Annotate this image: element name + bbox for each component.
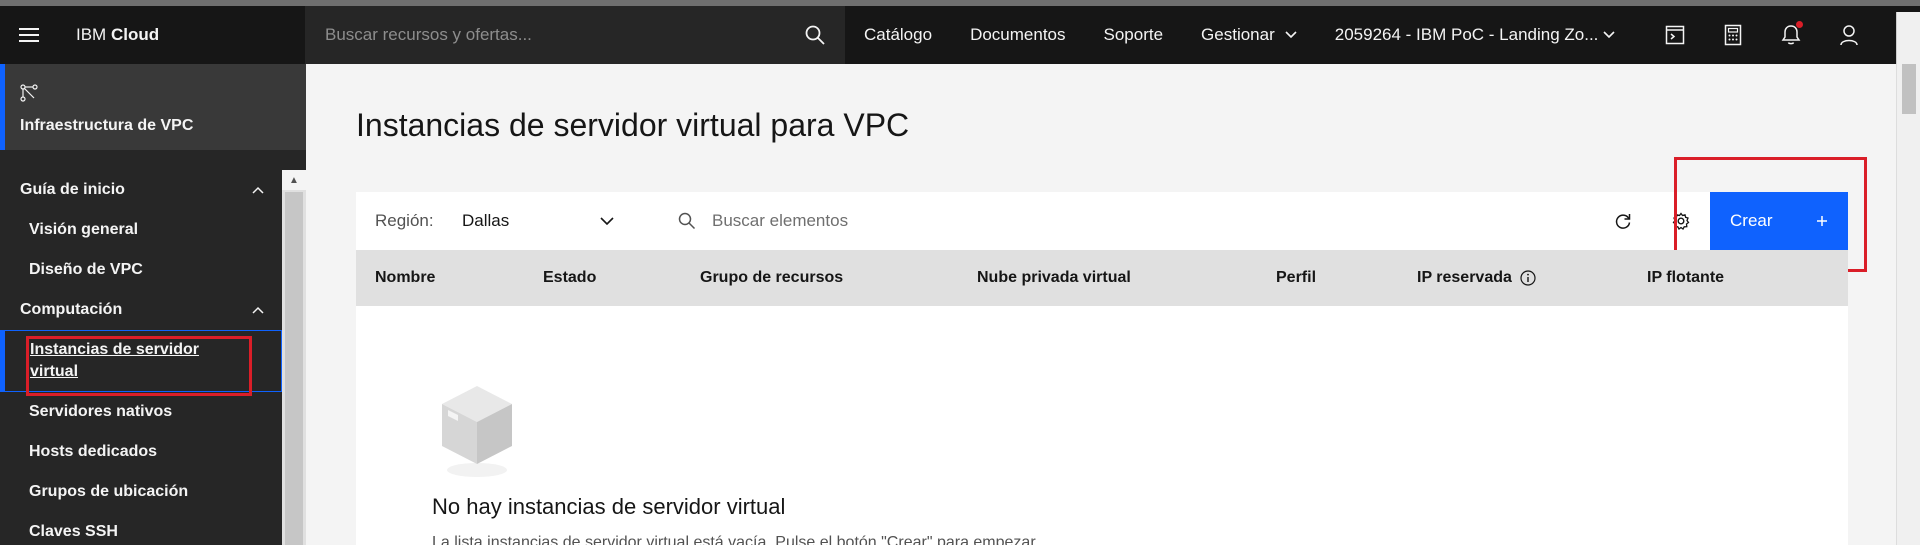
sidebar-header[interactable]: Infraestructura de VPC	[0, 64, 306, 150]
info-icon[interactable]	[1520, 270, 1536, 286]
sidebar-group-label: Computación	[20, 301, 123, 318]
sidebar-item-vpc-design[interactable]: Diseño de VPC	[0, 250, 282, 290]
terminal-icon	[1665, 25, 1684, 45]
column-header-resource-group[interactable]: Grupo de recursos	[700, 250, 843, 306]
table-search-placeholder: Buscar elementos	[712, 211, 849, 230]
sidebar-item-ssh-keys[interactable]: Claves SSH	[0, 512, 282, 545]
refresh-icon	[1615, 214, 1631, 229]
cost-estimator-button[interactable]	[1704, 6, 1762, 64]
nav-docs[interactable]: Documentos	[951, 25, 1084, 45]
sidebar-scroll-thumb[interactable]	[285, 192, 303, 545]
notification-badge	[1795, 21, 1803, 28]
account-switcher[interactable]: 2059264 - IBM PoC - Landing Zo...	[1316, 25, 1634, 45]
header-nav: Catálogo Documentos Soporte Gestionar	[845, 6, 1316, 64]
sidebar-title: Infraestructura de VPC	[20, 117, 194, 134]
page-scrollbar[interactable]	[1896, 64, 1920, 545]
account-name: 2059264 - IBM PoC - Landing Zo...	[1334, 25, 1599, 44]
table-search-input[interactable]: Buscar elementos	[678, 211, 1594, 231]
global-search-placeholder: Buscar recursos y ofertas...	[325, 25, 532, 44]
sidebar-group-label: Guía de inicio	[20, 181, 125, 198]
sidebar-item-placement-groups[interactable]: Grupos de ubicación	[0, 472, 282, 512]
brand-bold: Cloud	[110, 25, 160, 44]
chevron-down-icon	[1603, 31, 1615, 39]
chevron-down-icon	[1285, 31, 1297, 39]
sidebar-item-bare-metal-servers[interactable]: Servidores nativos	[0, 392, 282, 432]
empty-box-icon	[442, 386, 512, 477]
sidebar-scrollbar[interactable]: ▲	[282, 170, 306, 545]
brand-logo[interactable]: IBM Cloud	[58, 25, 305, 45]
nav-support[interactable]: Soporte	[1085, 25, 1183, 45]
region-value: Dallas	[462, 211, 510, 230]
global-search-input[interactable]: Buscar recursos y ofertas...	[305, 6, 845, 64]
region-dropdown[interactable]: Dallas	[462, 211, 614, 231]
column-header-reserved-ip[interactable]: IP reservada	[1417, 250, 1536, 306]
refresh-button[interactable]	[1594, 192, 1652, 250]
column-header-profile[interactable]: Perfil	[1276, 250, 1316, 306]
sidebar-header-accent	[0, 64, 5, 150]
nav-manage-label: Gestionar	[1201, 25, 1275, 44]
column-header-status[interactable]: Estado	[543, 250, 596, 306]
sidebar-group-getting-started[interactable]: Guía de inicio	[0, 170, 282, 210]
window-scrollbar-top	[1896, 12, 1920, 70]
nav-catalog[interactable]: Catálogo	[845, 25, 951, 45]
column-header-floating-ip[interactable]: IP flotante	[1647, 250, 1724, 306]
empty-state-title: No hay instancias de servidor virtual	[432, 494, 786, 519]
vpc-icon	[20, 84, 38, 102]
page-scroll-thumb[interactable]	[1902, 64, 1916, 114]
table-body-empty-state: No hay instancias de servidor virtual La…	[356, 306, 1848, 545]
scroll-up-arrow-icon[interactable]: ▲	[282, 170, 306, 190]
hamburger-menu-button[interactable]	[0, 6, 58, 64]
table-toolbar: Región: Dallas Buscar elementos Crear	[356, 192, 1848, 250]
top-navigation-bar: IBM Cloud Buscar recursos y ofertas... C…	[0, 0, 1920, 70]
calculator-icon	[1724, 24, 1741, 46]
page-title: Instancias de servidor virtual para VPC	[356, 107, 910, 143]
chevron-up-icon	[252, 306, 264, 314]
empty-state-description: La lista instancias de servidor virtual …	[432, 534, 1040, 545]
menu-icon	[19, 28, 39, 42]
sidebar-item-overview[interactable]: Visión general	[0, 210, 282, 250]
cloud-shell-button[interactable]	[1646, 6, 1704, 64]
profile-button[interactable]	[1820, 6, 1878, 64]
column-header-vpc[interactable]: Nube privada virtual	[977, 250, 1131, 306]
column-header-reserved-ip-label: IP reservada	[1417, 269, 1512, 286]
column-header-name[interactable]: Nombre	[375, 250, 435, 306]
header-actions	[1646, 6, 1878, 64]
sidebar-item-dedicated-hosts[interactable]: Hosts dedicados	[0, 432, 282, 472]
table-header: Nombre Estado Grupo de recursos Nube pri…	[356, 250, 1848, 306]
sidebar-group-compute[interactable]: Computación	[0, 290, 282, 330]
active-item-accent	[0, 330, 5, 392]
search-icon[interactable]	[805, 25, 825, 45]
notifications-button[interactable]	[1762, 6, 1820, 64]
chevron-down-icon	[600, 217, 614, 225]
region-label: Región:	[375, 211, 434, 230]
user-icon	[1840, 25, 1858, 46]
nav-manage[interactable]: Gestionar	[1182, 25, 1316, 45]
chevron-up-icon	[252, 186, 264, 194]
sidebar: Infraestructura de VPC Guía de inicio Vi…	[0, 64, 306, 545]
brand-light: IBM	[76, 25, 107, 44]
search-icon	[678, 212, 696, 230]
sidebar-highlight-annotation	[26, 336, 252, 396]
